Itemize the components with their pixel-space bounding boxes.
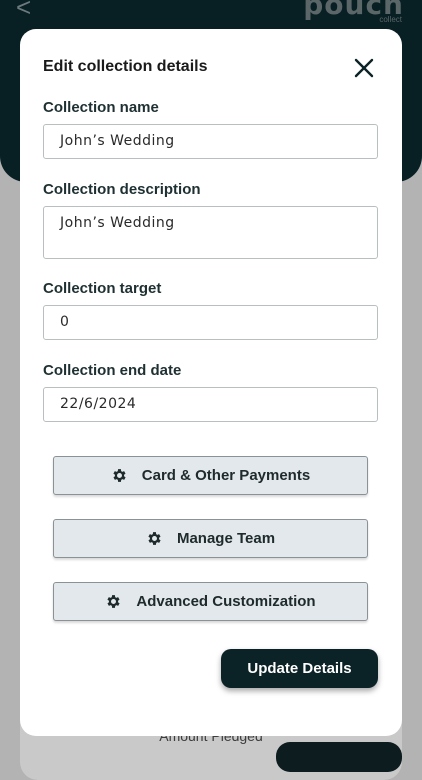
- collection-description-label: Collection description: [43, 181, 201, 198]
- card-other-payments-button[interactable]: Card & Other Payments: [53, 456, 368, 495]
- collection-name-label: Collection name: [43, 99, 159, 116]
- close-icon: [354, 58, 374, 78]
- collection-target-label: Collection target: [43, 280, 162, 297]
- app-logo: pouch collect: [303, 0, 404, 24]
- background-button: [276, 742, 402, 772]
- card-other-payments-label: Card & Other Payments: [141, 467, 311, 484]
- collection-end-date-input[interactable]: 22/6/2024: [43, 387, 378, 422]
- collection-name-input[interactable]: John’s Wedding: [43, 124, 378, 159]
- collection-end-date-label: Collection end date: [43, 362, 182, 379]
- back-icon: <: [16, 0, 32, 22]
- advanced-customization-label: Advanced Customization: [136, 593, 316, 610]
- gear-icon: [107, 595, 120, 608]
- manage-team-label: Manage Team: [176, 530, 276, 547]
- manage-team-button[interactable]: Manage Team: [53, 519, 368, 558]
- close-button[interactable]: [352, 56, 376, 80]
- update-details-button[interactable]: Update Details: [221, 649, 378, 688]
- advanced-customization-button[interactable]: Advanced Customization: [53, 582, 368, 621]
- gear-icon: [148, 532, 161, 545]
- gear-icon: [113, 469, 126, 482]
- collection-description-textarea[interactable]: John’s Wedding: [43, 206, 378, 259]
- collection-target-input[interactable]: 0: [43, 305, 378, 340]
- modal-title: Edit collection details: [43, 58, 208, 75]
- edit-collection-modal: Edit collection details Collection name …: [20, 29, 402, 736]
